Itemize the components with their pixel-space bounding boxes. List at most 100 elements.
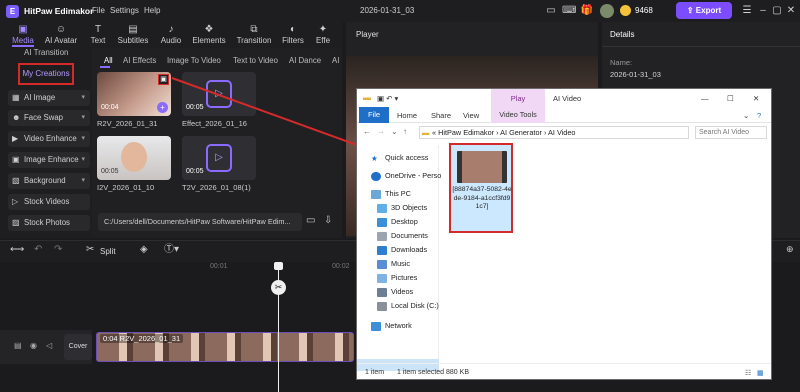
back-icon[interactable]: ← bbox=[363, 127, 371, 136]
folder-path[interactable]: C:/Users/dell/Documents/HitPaw Software/… bbox=[98, 213, 302, 231]
sidebar-item-image-enhance[interactable]: ▣ Image Enhance ▾ bbox=[8, 152, 90, 168]
folder-icon[interactable]: ▭ bbox=[306, 215, 315, 226]
nav-onedrive[interactable]: OneDrive - Perso bbox=[371, 171, 441, 181]
menu-icon[interactable]: ☰ bbox=[740, 4, 754, 18]
sidebar-item-face-swap[interactable]: ☻ Face Swap ▾ bbox=[8, 110, 90, 126]
up-icon[interactable]: ↑ bbox=[403, 127, 407, 136]
sidebar-item-ai-transition[interactable]: AI Transition bbox=[24, 48, 68, 57]
import-icon[interactable]: ⇩ bbox=[324, 215, 332, 226]
recent-icon[interactable]: ⌄ bbox=[391, 127, 398, 136]
tab-media[interactable]: ▣ Media bbox=[2, 24, 44, 45]
subtab-text-to-video[interactable]: Text to Video bbox=[233, 56, 278, 65]
ribbon-file[interactable]: File bbox=[359, 107, 389, 123]
undo-icon[interactable]: ↶ bbox=[34, 245, 42, 255]
cover-button[interactable]: Cover bbox=[64, 334, 92, 360]
media-thumb-r2v[interactable]: 00:04 ▣ + bbox=[97, 72, 171, 116]
nav-local-disk[interactable]: Local Disk (C:) bbox=[377, 301, 439, 311]
maximize-icon[interactable]: ☐ bbox=[727, 94, 734, 103]
mute-icon[interactable]: ◁ bbox=[46, 342, 52, 350]
minimize-icon[interactable]: — bbox=[701, 94, 709, 103]
help-icon[interactable]: ? bbox=[757, 111, 761, 120]
nav-3d-objects[interactable]: 3D Objects bbox=[377, 203, 427, 213]
sidebar-item-stock-photos[interactable]: ▨ Stock Photos bbox=[8, 215, 90, 231]
search-input[interactable]: Search AI Video bbox=[695, 126, 767, 139]
maximize-icon[interactable]: ▢ bbox=[770, 4, 784, 18]
tab-audio[interactable]: ♪ Audio bbox=[150, 24, 192, 45]
tab-details[interactable]: Details bbox=[610, 30, 634, 39]
media-thumb-i2v[interactable]: 00:05 bbox=[97, 136, 171, 180]
sidebar-item-background[interactable]: ▧ Background ▾ bbox=[8, 173, 90, 189]
export-button[interactable]: ⇪ Export bbox=[676, 2, 732, 19]
enhance-icon: ▣ bbox=[12, 155, 20, 164]
details-view-icon[interactable]: ☷ bbox=[745, 369, 751, 377]
playhead-handle[interactable] bbox=[274, 262, 283, 270]
scissor-icon[interactable]: ✂ bbox=[271, 280, 286, 295]
minimize-icon[interactable]: – bbox=[756, 4, 770, 18]
media-thumb-effect[interactable]: ▷ 00:05 bbox=[182, 72, 256, 116]
sidebar-item-my-creations[interactable]: My Creations bbox=[18, 63, 74, 85]
gift-icon[interactable]: 🎁 bbox=[580, 4, 594, 18]
nav-documents[interactable]: Documents bbox=[377, 231, 428, 241]
menu-file[interactable]: File bbox=[92, 6, 105, 15]
sidebar-item-video-enhance[interactable]: ▶ Video Enhance ▾ bbox=[8, 131, 90, 147]
ribbon-home[interactable]: Home bbox=[397, 111, 417, 120]
file-name: [88874a37-5082-4ede-9184-a1ccf3fd91c7] bbox=[452, 186, 512, 210]
menu-help[interactable]: Help bbox=[144, 6, 160, 15]
avatar[interactable] bbox=[600, 4, 614, 18]
large-icons-view-icon[interactable]: ▦ bbox=[757, 369, 764, 377]
breadcrumb-part[interactable]: AI Video bbox=[548, 128, 575, 137]
split-icon[interactable]: ✂ bbox=[86, 245, 94, 255]
subtab-image-to-video[interactable]: Image To Video bbox=[167, 56, 221, 65]
folder-open-icon[interactable]: ▣ bbox=[158, 74, 169, 85]
tab-effects[interactable]: ✦ Effe bbox=[306, 24, 340, 45]
zoom-icon[interactable]: ⊕ bbox=[786, 245, 794, 254]
ruler-tick: 00:01 bbox=[210, 263, 228, 270]
media-thumb-t2v[interactable]: ▷ 00:05 bbox=[182, 136, 256, 180]
close-icon[interactable]: ✕ bbox=[753, 94, 759, 103]
marker-icon[interactable]: ◈ bbox=[140, 245, 148, 255]
nav-quick-access[interactable]: ★ Quick access bbox=[371, 153, 428, 163]
breadcrumb-part[interactable]: HitPaw Edimakor bbox=[438, 128, 494, 137]
sidebar-item-stock-videos[interactable]: ▷ Stock Videos bbox=[8, 194, 90, 210]
address-bar[interactable]: ▬ « HitPaw Edimakor › AI Generator › AI … bbox=[419, 126, 689, 139]
nav-downloads[interactable]: Downloads bbox=[377, 245, 427, 255]
subtab-all[interactable]: All bbox=[104, 56, 113, 65]
tab-elements[interactable]: ❖ Elements bbox=[188, 24, 230, 45]
add-icon[interactable]: + bbox=[157, 102, 168, 113]
subtab-ai-dance[interactable]: AI Dance bbox=[289, 56, 321, 65]
nav-music[interactable]: Music bbox=[377, 259, 410, 269]
subtab-ai-effects[interactable]: AI Effects bbox=[123, 56, 156, 65]
cloud-icon bbox=[371, 171, 381, 181]
sidebar-item-ai-image[interactable]: ▦ AI Image ▾ bbox=[8, 90, 90, 106]
tab-transition[interactable]: ⧉ Transition bbox=[233, 24, 275, 45]
ribbon-share[interactable]: Share bbox=[431, 111, 451, 120]
subtab-ai[interactable]: AI bbox=[332, 56, 342, 65]
forward-icon[interactable]: → bbox=[377, 127, 385, 136]
nav-desktop[interactable]: Desktop bbox=[377, 217, 418, 227]
tab-play[interactable]: Play bbox=[491, 89, 545, 107]
ribbon-view[interactable]: View bbox=[463, 111, 479, 120]
menu-settings[interactable]: Settings bbox=[110, 6, 139, 15]
video-file-icon: ▷ bbox=[206, 80, 232, 108]
lock-icon[interactable]: ▤ bbox=[14, 342, 22, 350]
split-button[interactable]: Split bbox=[100, 247, 116, 256]
player-title: Player bbox=[356, 30, 379, 39]
chevron-down-icon[interactable]: ⌄ bbox=[743, 111, 749, 120]
close-icon[interactable]: ✕ bbox=[784, 4, 798, 18]
text-tool-icon[interactable]: Ⓣ▾ bbox=[164, 245, 179, 255]
file-item[interactable]: [88874a37-5082-4ede-9184-a1ccf3fd91c7] bbox=[449, 143, 513, 233]
redo-icon[interactable]: ↷ bbox=[54, 245, 62, 255]
timeline-icon[interactable]: ⟷ bbox=[10, 245, 24, 255]
tab-subtitles[interactable]: ▤ Subtitles bbox=[112, 24, 154, 45]
breadcrumb-part[interactable]: AI Generator bbox=[500, 128, 542, 137]
keyboard-icon[interactable]: ⌨ bbox=[562, 4, 576, 18]
nav-pictures[interactable]: Pictures bbox=[377, 273, 417, 283]
screen-icon[interactable]: ▭ bbox=[544, 4, 558, 18]
quick-access-icon[interactable]: ▣ ↶ ▾ bbox=[377, 94, 398, 103]
nav-videos[interactable]: Videos bbox=[377, 287, 413, 297]
nav-this-pc[interactable]: This PC bbox=[371, 189, 411, 199]
tab-ai-avatar[interactable]: ☺ AI Avatar bbox=[40, 24, 82, 45]
nav-network[interactable]: Network bbox=[371, 321, 412, 331]
ribbon-video-tools[interactable]: Video Tools bbox=[491, 107, 545, 123]
eye-icon[interactable]: ◉ bbox=[30, 342, 37, 350]
